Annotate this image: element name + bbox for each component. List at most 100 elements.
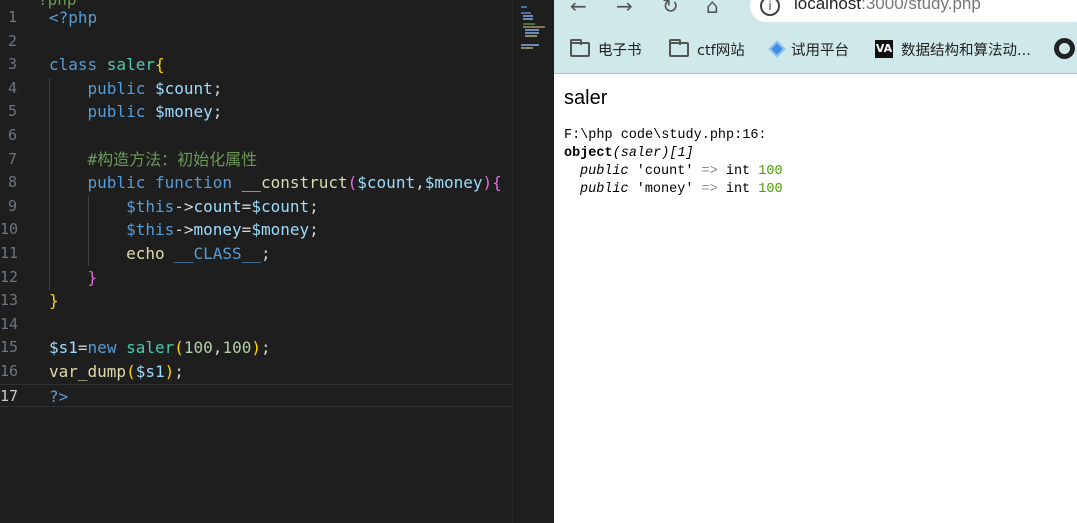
code-token: ; (174, 362, 184, 381)
line-number: 4 (7, 78, 17, 97)
code-token: $money (154, 102, 213, 122)
code-line[interactable]: 4 public $count; (0, 77, 512, 101)
code-token: saler (106, 55, 155, 75)
code-token: = (77, 338, 88, 358)
code-text[interactable]: $s1=new saler(100,100); (49, 336, 271, 360)
reload-button[interactable]: ↻ (662, 0, 679, 18)
code-line[interactable]: 12 } (0, 266, 512, 290)
code-line[interactable]: 1 <?php (0, 6, 512, 30)
code-line[interactable]: 9 $this->count=$count; (0, 195, 512, 219)
code-token: ; (212, 78, 223, 98)
line-number: 6 (7, 126, 17, 144)
code-token: ; (309, 196, 319, 216)
code-text[interactable]: } (49, 289, 59, 313)
code-text[interactable]: class saler{ (49, 53, 165, 77)
code-line[interactable]: 15 $s1=new saler(100,100); (0, 336, 512, 360)
code-token: ) (164, 362, 175, 381)
code-text[interactable]: var_dump($s1); (49, 360, 184, 384)
code-token: __CLASS__ (174, 244, 261, 263)
code-text[interactable]: public $count; (49, 77, 223, 101)
code-text[interactable]: echo __CLASS__; (49, 242, 271, 266)
code-editor[interactable]: ?php 1<?php23class saler{4 public $count… (0, 0, 554, 523)
object-keyword: object (564, 146, 613, 161)
code-token: ; (260, 338, 271, 358)
bookmark-label: 试用平台 (791, 42, 849, 59)
diamond-icon (768, 40, 786, 58)
code-line[interactable]: 3 class saler{ (0, 53, 512, 77)
code-line[interactable]: 10 $this->money=$money; (0, 218, 512, 242)
code-token: { (492, 173, 502, 193)
bookmark-trial-platform[interactable]: 试用平台 (768, 38, 849, 60)
url-path: :3000/study.php (861, 0, 981, 13)
code-token: ; (212, 102, 223, 122)
code-token: -> (174, 196, 194, 216)
code-line[interactable]: 5 public $money; (0, 100, 512, 124)
code-text[interactable]: public $money; (49, 100, 223, 124)
line-number: 2 (7, 31, 17, 50)
code-line[interactable]: 11 echo __CLASS__; (0, 242, 512, 266)
bookmark-algorithms[interactable]: VA 数据结构和算法动... (875, 38, 1031, 60)
bookmark-ebook[interactable]: 电子书 (570, 38, 642, 60)
code-text[interactable]: $this->money=$money; (49, 218, 319, 242)
code-token: = (241, 196, 252, 216)
code-token: ( (347, 173, 358, 193)
line-number: 17 (0, 386, 19, 405)
code-line[interactable]: 17 ?> (0, 383, 512, 409)
line-number: 8 (7, 173, 17, 192)
code-line[interactable]: 13} (0, 289, 512, 313)
object-id: [1] (669, 146, 694, 161)
code-line[interactable]: 2 (0, 30, 512, 54)
github-icon[interactable] (1054, 38, 1075, 59)
code-token: money (193, 220, 242, 240)
code-token: echo (49, 244, 175, 263)
code-text[interactable]: <?php (49, 6, 97, 30)
code-text[interactable]: #构造方法：初始化属性 (49, 148, 258, 172)
line-number: 12 (0, 267, 19, 286)
code-token: $s1 (49, 338, 78, 358)
code-line[interactable]: 16 var_dump($s1); (0, 360, 512, 384)
address-bar[interactable]: i localhost:3000/study.php (750, 0, 1077, 22)
bookmark-label: 电子书 (598, 42, 642, 59)
code-token: ( (126, 362, 136, 381)
browser-toolbar: ← → ↻ ⌂ i localhost:3000/study.php (554, 0, 1077, 22)
code-token: 100 (183, 338, 213, 358)
code-text[interactable]: public function __construct($count,$mone… (49, 171, 502, 195)
back-button[interactable]: ← (570, 0, 587, 18)
code-line[interactable]: 6 (0, 124, 512, 148)
code-token: <?php (49, 8, 98, 27)
browser-window: ← → ↻ ⌂ i localhost:3000/study.php 电子书 c… (554, 0, 1077, 523)
code-text[interactable]: } (49, 266, 98, 290)
code-token: } (49, 267, 98, 287)
page-content: saler F:\php code\study.php:16: object(s… (554, 75, 1077, 523)
object-class: (saler) (612, 146, 670, 161)
folder-icon (669, 38, 689, 57)
bookmark-ctf[interactable]: ctf网站 (669, 38, 745, 60)
minimap[interactable] (512, 0, 554, 523)
site-info-icon[interactable]: i (760, 0, 780, 16)
code-token: 100 (222, 338, 252, 358)
code-line[interactable]: 7 #构造方法：初始化属性 (0, 148, 512, 172)
line-number: 10 (0, 220, 19, 239)
code-token: $count (154, 78, 213, 98)
forward-button[interactable]: → (616, 0, 633, 18)
code-token: public (49, 78, 155, 98)
code-token: public (49, 102, 155, 122)
code-token: $count (251, 196, 310, 216)
code-token: $count (357, 173, 416, 193)
bookmark-label: 数据结构和算法动... (901, 42, 1031, 59)
url-host: localhost (794, 0, 862, 13)
code-token: = (241, 220, 252, 240)
code-line[interactable]: 8 public function __construct($count,$mo… (0, 171, 512, 195)
bookmarks-bar: 电子书 ctf网站 试用平台 VA 数据结构和算法动... (554, 22, 1077, 74)
line-number: 9 (7, 196, 17, 215)
code-text[interactable]: ?> (49, 385, 68, 409)
code-text[interactable]: $this->count=$count; (49, 195, 319, 219)
echo-output: saler (564, 87, 608, 109)
code-token: -> (174, 220, 194, 240)
code-token: ; (260, 244, 271, 263)
code-token: function (154, 173, 242, 193)
code-token: saler (126, 338, 175, 358)
code-line[interactable]: 14 (0, 313, 512, 337)
home-button[interactable]: ⌂ (706, 0, 719, 18)
url-text[interactable]: localhost:3000/study.php (794, 0, 981, 14)
